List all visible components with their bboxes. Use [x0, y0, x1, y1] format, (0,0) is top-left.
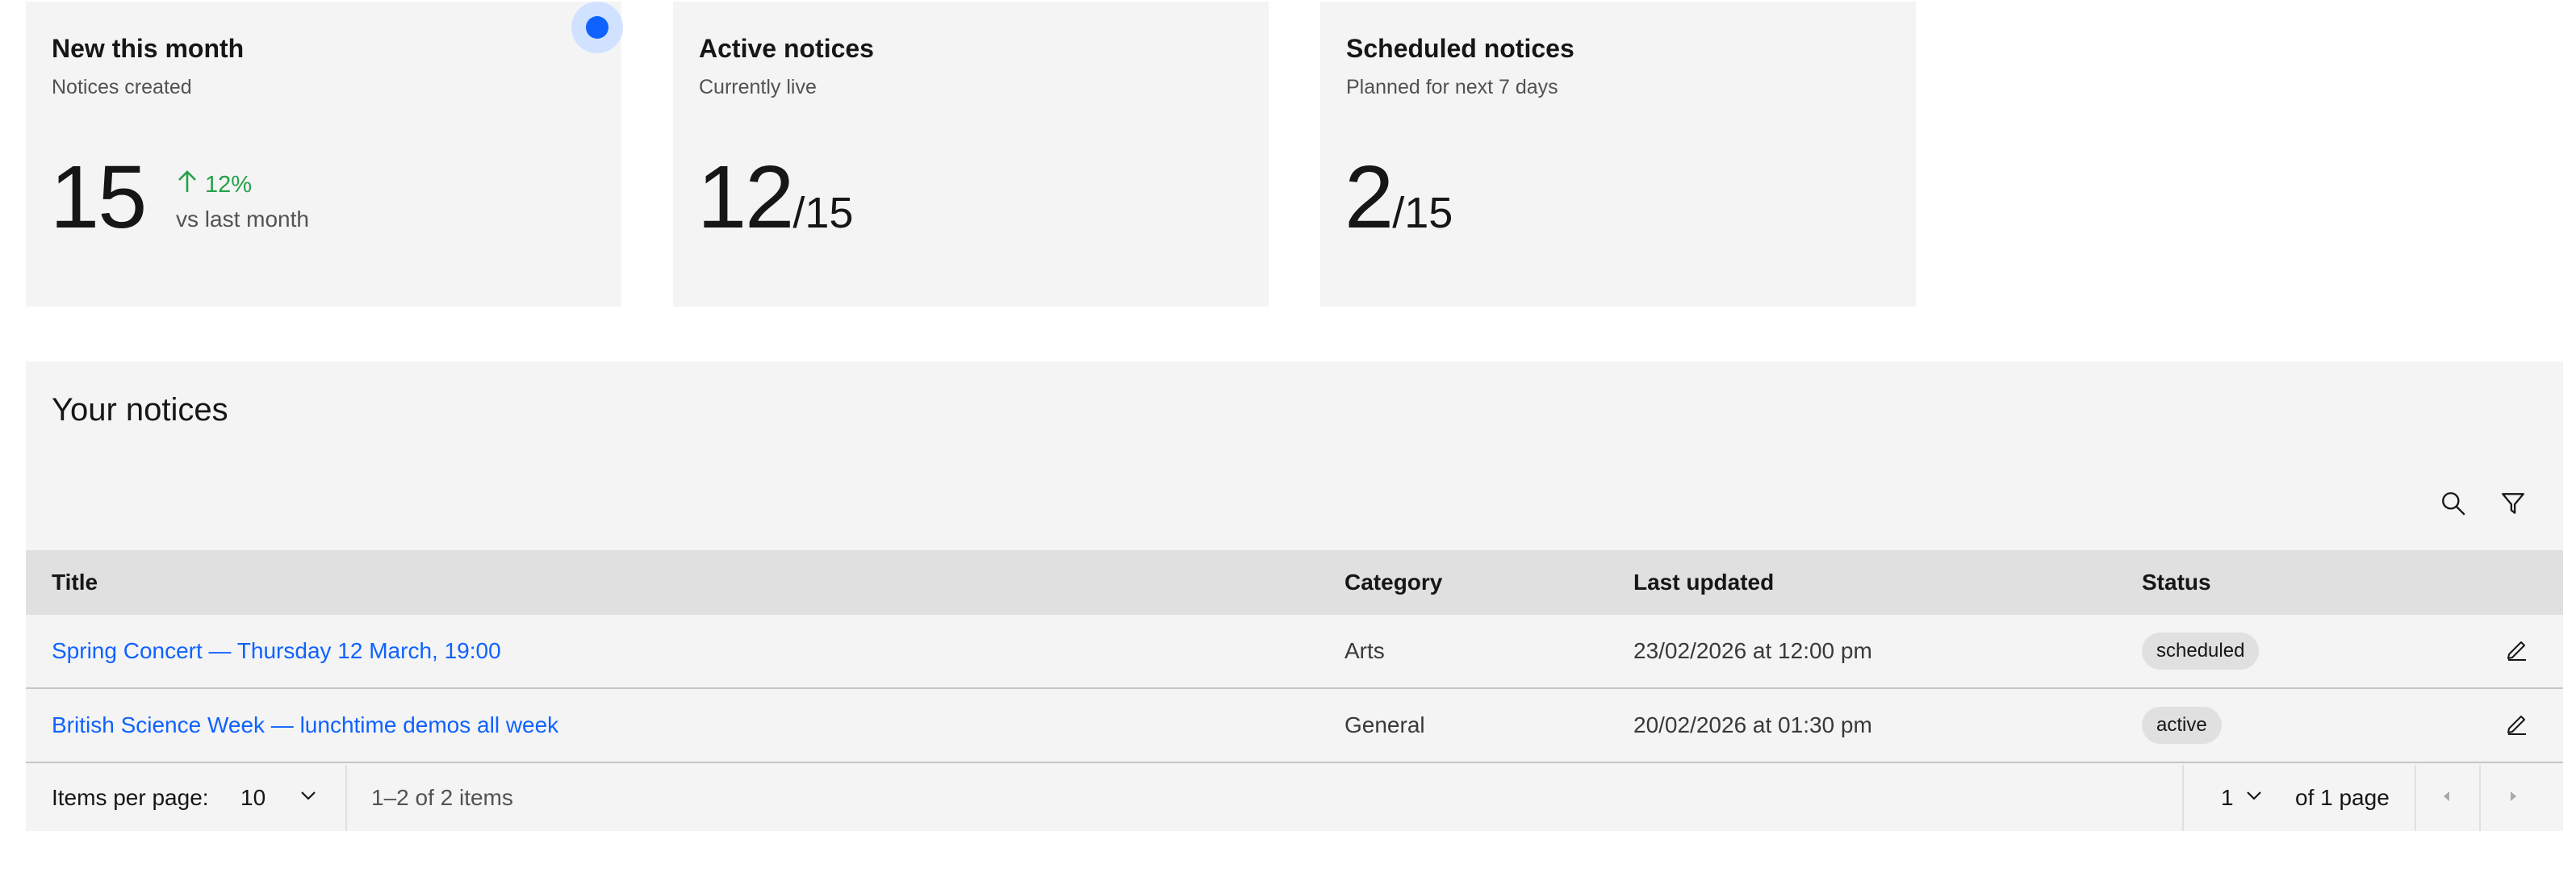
items-per-page-label: Items per page:	[52, 785, 209, 810]
column-header-status[interactable]: Status	[2142, 550, 2211, 615]
chevron-down-icon	[298, 785, 319, 812]
table-row: Spring Concert — Thursday 12 March, 19:0…	[26, 615, 2563, 689]
item-range-text: 1–2 of 2 items	[371, 785, 513, 810]
pencil-icon	[2504, 711, 2530, 741]
chevron-down-icon	[2244, 785, 2264, 812]
tile-denominator: /15	[792, 189, 854, 237]
pencil-icon	[2504, 637, 2530, 666]
notice-title-link[interactable]: British Science Week — lunchtime demos a…	[52, 689, 558, 762]
dashboard-page: New this month Notices created 15 12% vs…	[0, 0, 2576, 881]
search-icon	[2440, 490, 2467, 521]
notice-last-updated: 23/02/2026 at 12:00 pm	[1633, 638, 1872, 663]
status-badge: active	[2142, 707, 2222, 744]
column-header-category[interactable]: Category	[1344, 550, 1442, 615]
filter-icon	[2499, 490, 2527, 521]
items-per-page-select[interactable]: 10	[240, 765, 345, 831]
notice-category: Arts	[1344, 638, 1385, 663]
notice-title-link[interactable]: Spring Concert — Thursday 12 March, 19:0…	[52, 615, 501, 687]
current-page-value: 1	[2221, 785, 2234, 810]
pagination-bar: Items per page: 10 1–2 of 2 items 1 of 1…	[26, 765, 2563, 831]
tile-subtitle: Notices created	[52, 76, 192, 98]
tile-title: Scheduled notices	[1346, 34, 1574, 63]
tile-value-wrapper: 12/15	[697, 153, 853, 242]
caret-right-icon	[2504, 787, 2522, 809]
tile-denominator: /15	[1392, 189, 1453, 237]
stat-tile-active-notices[interactable]: Active notices Currently live 12/15	[673, 2, 1269, 307]
edit-button[interactable]	[2500, 634, 2534, 668]
filter-button[interactable]	[2497, 489, 2529, 521]
trend-value: 12%	[205, 171, 253, 198]
tile-subtitle: Currently live	[699, 76, 817, 98]
notices-table-card: Your notices Title Category Last updated…	[26, 361, 2563, 831]
table-row: British Science Week — lunchtime demos a…	[26, 689, 2563, 763]
next-page-button[interactable]	[2481, 765, 2545, 831]
column-header-last-updated[interactable]: Last updated	[1633, 550, 1774, 615]
edit-button[interactable]	[2500, 708, 2534, 742]
notice-last-updated: 20/02/2026 at 01:30 pm	[1633, 712, 1872, 737]
radio-selected-icon	[586, 16, 608, 39]
tile-value: 2	[1344, 148, 1394, 247]
tile-value: 12	[697, 148, 794, 247]
column-header-title[interactable]: Title	[52, 550, 98, 615]
table-header: Title Category Last updated Status	[26, 550, 2563, 615]
table-title: Your notices	[52, 392, 228, 428]
trend-caption: vs last month	[176, 207, 309, 232]
stat-tile-scheduled-notices[interactable]: Scheduled notices Planned for next 7 day…	[1320, 2, 1916, 307]
tile-title: Active notices	[699, 34, 874, 63]
divider	[345, 765, 347, 831]
arrow-up-icon	[176, 169, 199, 200]
stat-tile-new-this-month[interactable]: New this month Notices created 15 12% vs…	[26, 2, 623, 307]
search-button[interactable]	[2437, 489, 2469, 521]
divider	[2182, 765, 2184, 831]
previous-page-button[interactable]	[2415, 765, 2479, 831]
items-per-page-value: 10	[240, 785, 266, 810]
status-badge: scheduled	[2142, 633, 2260, 670]
tile-title: New this month	[52, 34, 245, 63]
trend-indicator: 12%	[176, 169, 252, 200]
notice-category: General	[1344, 712, 1425, 737]
caret-left-icon	[2438, 787, 2456, 809]
tile-selected-indicator[interactable]	[571, 2, 623, 53]
tile-value-wrapper: 2/15	[1344, 153, 1453, 242]
total-pages-text: of 1 page	[2295, 785, 2390, 810]
page-select[interactable]: 1	[2221, 765, 2264, 831]
tile-value: 15	[50, 148, 147, 247]
tile-subtitle: Planned for next 7 days	[1346, 76, 1558, 98]
